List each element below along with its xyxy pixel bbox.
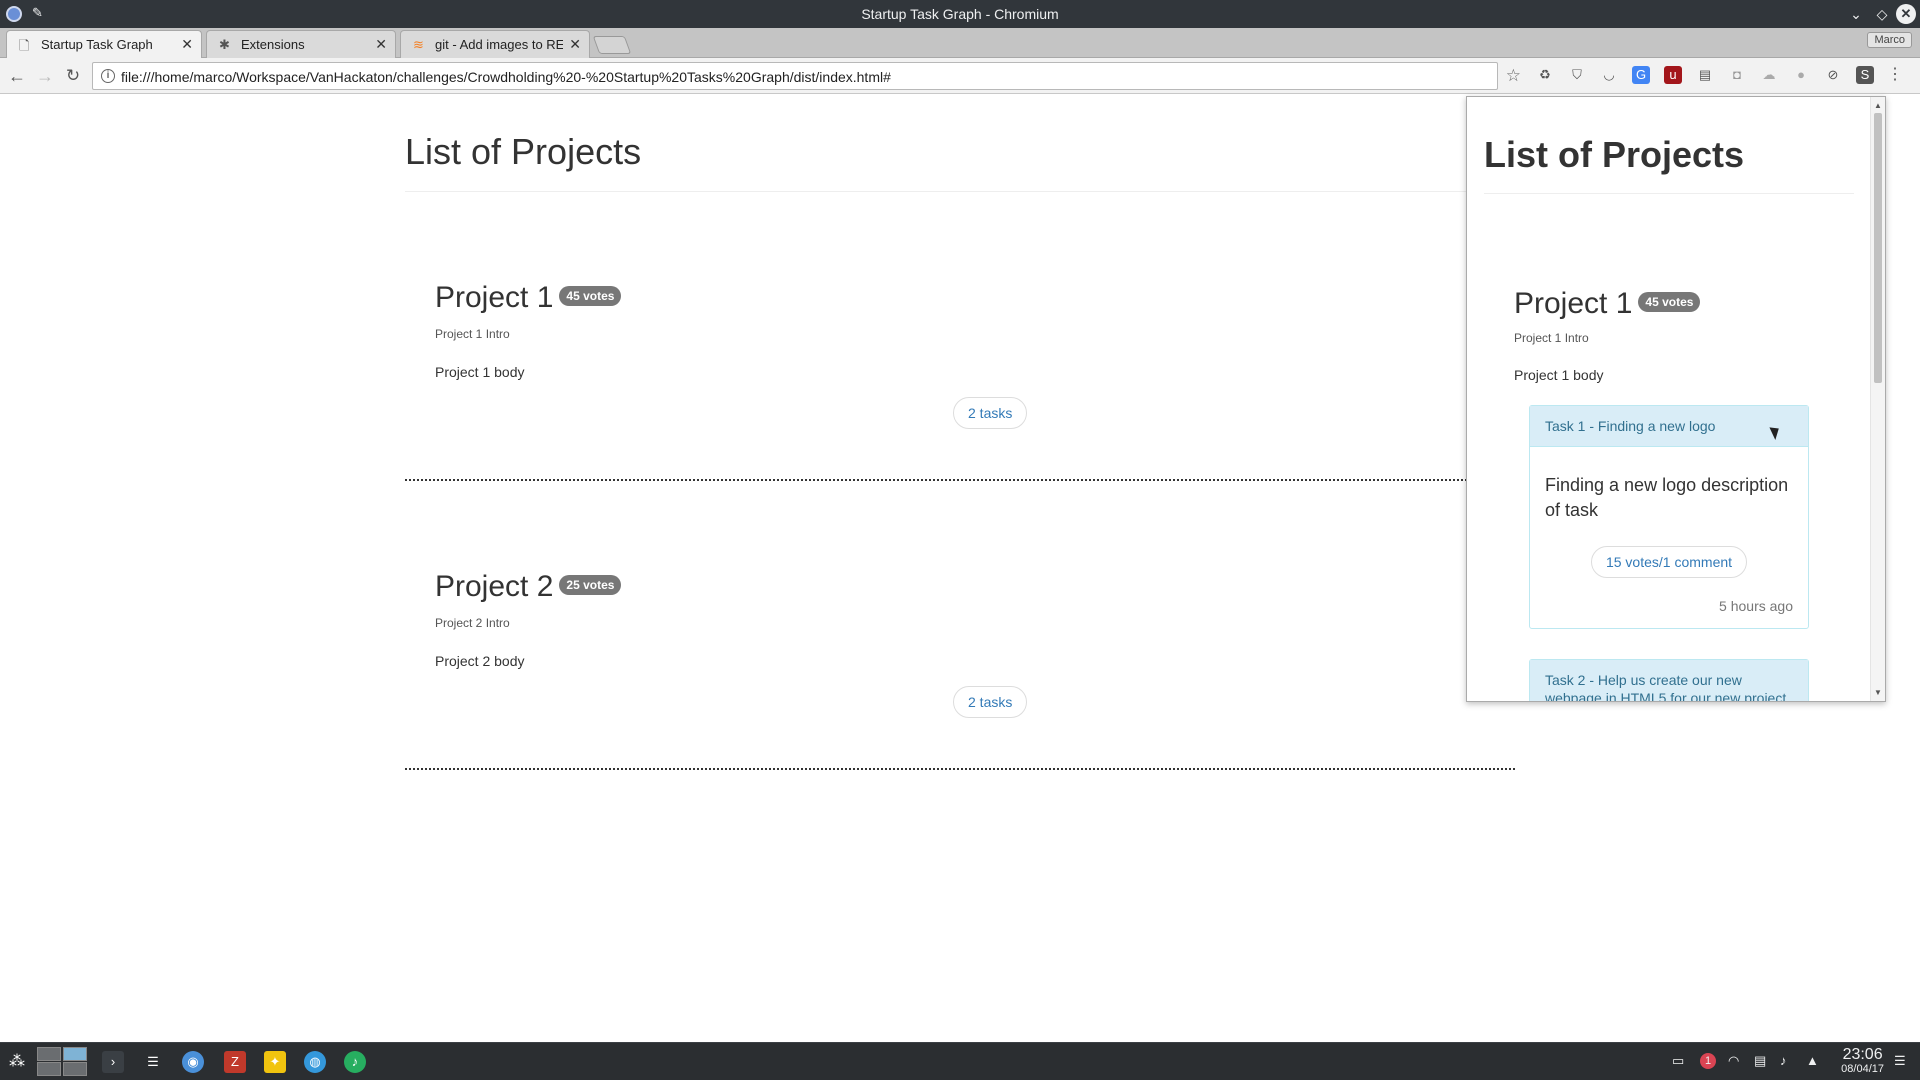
translate-icon[interactable]: G xyxy=(1632,66,1650,84)
close-window-icon[interactable]: ✕ xyxy=(1896,4,1916,24)
project-title-text: Project 1 xyxy=(1514,287,1633,320)
project-body: Project 1 body xyxy=(435,363,525,380)
maximize-icon[interactable]: ◇ xyxy=(1872,4,1892,24)
tab-startup-task-graph[interactable]: 🗋 Startup Task Graph ✕ xyxy=(6,30,202,59)
desktop-1[interactable] xyxy=(37,1047,61,1061)
notification-badge[interactable]: 1 xyxy=(1700,1053,1716,1069)
task-timestamp: 5 hours ago xyxy=(1719,597,1793,614)
chromium-taskbar-icon[interactable]: ◉ xyxy=(182,1051,204,1073)
task-title[interactable]: Task 2 - Help us create our new webpage … xyxy=(1530,660,1808,701)
wifi-icon[interactable]: ◠ xyxy=(1728,1053,1739,1069)
page-title: List of Projects xyxy=(405,132,1515,192)
clipboard-icon[interactable]: ▤ xyxy=(1754,1053,1766,1069)
info-icon[interactable]: i xyxy=(101,69,115,83)
extension-popup[interactable]: List of Projects Project 1 45 votes Proje… xyxy=(1466,96,1886,702)
tab-label: Extensions xyxy=(241,37,305,52)
battery-icon[interactable]: ▭ xyxy=(1672,1053,1684,1069)
desktop-4[interactable] xyxy=(63,1062,87,1076)
terminal-icon[interactable]: › xyxy=(102,1051,124,1073)
sync-icon[interactable]: ⊘ xyxy=(1824,66,1842,84)
address-bar[interactable]: i file:///home/marco/Workspace/VanHackat… xyxy=(92,62,1521,90)
project-title: Project 2 25 votes xyxy=(435,569,622,604)
popup-project-title: Project 1 45 votes xyxy=(1514,287,1701,321)
desktop-3[interactable] xyxy=(37,1062,61,1076)
app-launcher-icon[interactable]: ⁂ xyxy=(6,1051,28,1073)
close-tab-icon[interactable]: ✕ xyxy=(375,36,387,53)
project-card: Project 2 25 votes Project 2 Intro Projec… xyxy=(405,481,1515,770)
clock-time: 23:06 xyxy=(1842,1046,1883,1063)
reader-icon[interactable]: ▤ xyxy=(1696,66,1714,84)
desktop-2[interactable] xyxy=(63,1047,87,1061)
votes-badge: 45 votes xyxy=(559,285,622,306)
shield-icon[interactable]: ⛉ xyxy=(1568,66,1586,84)
task-description: Finding a new logo description of task xyxy=(1545,475,1789,521)
window-titlebar: ✎ Startup Task Graph - Chromium ⌄ ◇ ✕ xyxy=(0,0,1920,28)
camera-icon[interactable]: ◘ xyxy=(1728,66,1746,84)
popup-project-intro: Project 1 Intro xyxy=(1514,331,1589,345)
recycle-icon[interactable]: ♻ xyxy=(1536,66,1554,84)
clock-date: 08/04/17 xyxy=(1841,1063,1884,1075)
pocket-icon[interactable]: ◡ xyxy=(1600,66,1618,84)
scrollbar-thumb[interactable] xyxy=(1874,113,1882,383)
votes-badge: 45 votes xyxy=(1638,292,1701,313)
stackoverflow-icon: ≋ xyxy=(413,37,424,52)
task-title[interactable]: Task 1 - Finding a new logo xyxy=(1530,406,1808,448)
filezilla-icon[interactable]: Z xyxy=(224,1051,246,1073)
url-text[interactable]: file:///home/marco/Workspace/VanHackaton… xyxy=(121,69,891,85)
task-card: Task 2 - Help us create our new webpage … xyxy=(1529,659,1809,701)
tab-label: Startup Task Graph xyxy=(41,37,153,52)
votes-badge: 25 votes xyxy=(559,574,622,595)
page-icon: 🗋 xyxy=(19,38,30,53)
ublock-icon[interactable]: u xyxy=(1664,66,1682,84)
browser-toolbar: ← → ↻ i file:///home/marco/Workspace/Van… xyxy=(0,58,1920,94)
task-card: Task 1 - Finding a new logo Finding a ne… xyxy=(1529,405,1809,629)
scroll-down-icon[interactable]: ▼ xyxy=(1874,688,1882,697)
profile-button[interactable]: Marco xyxy=(1867,32,1912,48)
puzzle-icon: ✱ xyxy=(219,37,230,52)
tab-strip: 🗋 Startup Task Graph ✕ ✱ Extensions ✕ ≋ … xyxy=(0,28,1920,59)
project-card: Project 1 45 votes Project 1 Intro Projec… xyxy=(405,192,1515,481)
expand-tray-icon[interactable]: ▲ xyxy=(1806,1053,1819,1068)
browser-icon[interactable]: ◍ xyxy=(304,1051,326,1073)
back-icon[interactable]: ← xyxy=(6,65,28,87)
dot-icon[interactable]: ● xyxy=(1792,66,1810,84)
menu-icon[interactable]: ⋮ xyxy=(1886,66,1904,84)
project-title-text: Project 1 xyxy=(435,280,554,314)
project-intro: Project 1 Intro xyxy=(435,326,510,341)
new-tab-button[interactable] xyxy=(592,36,632,54)
scroll-up-icon[interactable]: ▲ xyxy=(1874,101,1882,110)
hamburger-menu-icon[interactable]: ☰ xyxy=(1894,1053,1906,1069)
project-body: Project 2 body xyxy=(435,652,525,669)
cloud-icon[interactable]: ☁ xyxy=(1760,66,1778,84)
tasks-button[interactable]: 2 tasks xyxy=(953,685,1028,718)
popup-project-body: Project 1 body xyxy=(1514,367,1604,383)
project-intro: Project 2 Intro xyxy=(435,615,510,630)
tab-extensions[interactable]: ✱ Extensions ✕ xyxy=(206,30,396,58)
volume-icon[interactable]: ♪ xyxy=(1780,1053,1787,1068)
window-list-icon[interactable]: ☰ xyxy=(142,1051,164,1073)
window-title: Startup Task Graph - Chromium xyxy=(861,6,1059,22)
tab-label: git - Add images to RE xyxy=(435,37,563,52)
spotify-icon[interactable]: ♪ xyxy=(344,1051,366,1073)
projects-container: List of Projects Project 1 45 votes Proje… xyxy=(405,95,1515,770)
forward-icon[interactable]: → xyxy=(34,65,56,87)
minimize-icon[interactable]: ⌄ xyxy=(1846,4,1866,24)
task-votes-button[interactable]: 15 votes/1 comment xyxy=(1590,545,1748,578)
close-tab-icon[interactable]: ✕ xyxy=(569,36,581,53)
popup-scrollbar[interactable]: ▲ ▼ xyxy=(1870,97,1885,701)
keep-icon[interactable]: ✦ xyxy=(264,1051,286,1073)
reload-icon[interactable]: ↻ xyxy=(62,65,84,87)
project-title-text: Project 2 xyxy=(435,569,554,603)
close-tab-icon[interactable]: ✕ xyxy=(181,36,193,53)
clock[interactable]: 23:06 08/04/17 xyxy=(1841,1046,1884,1075)
project-title: Project 1 45 votes xyxy=(435,280,622,315)
tab-git[interactable]: ≋ git - Add images to RE ✕ xyxy=(400,30,590,58)
popup-title: List of Projects xyxy=(1484,135,1854,194)
s-extension-icon[interactable]: S xyxy=(1856,66,1874,84)
taskbar: ⁂ › ☰ ◉ Z ✦ ◍ ♪ ▭ 1 ◠ ▤ ♪ ▲ 23:06 08/04/… xyxy=(0,1042,1920,1080)
tasks-button[interactable]: 2 tasks xyxy=(953,396,1028,429)
bookmark-star-icon[interactable]: ☆ xyxy=(1506,66,1521,86)
